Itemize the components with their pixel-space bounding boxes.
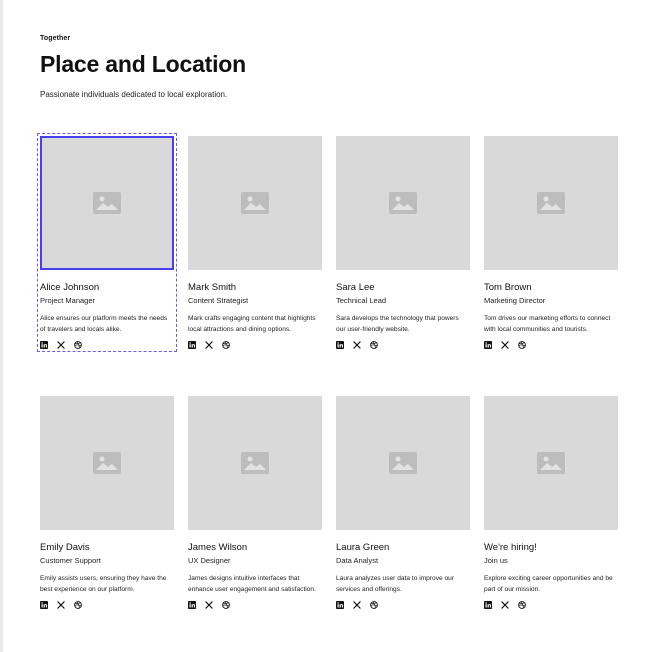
member-name: James Wilson — [188, 542, 248, 553]
member-description: Laura analyzes user data to improve our … — [336, 575, 455, 593]
linkedin-icon[interactable] — [40, 341, 48, 349]
social-links — [484, 601, 618, 609]
image-placeholder-icon — [241, 192, 269, 214]
linkedin-icon[interactable] — [40, 601, 48, 609]
member-photo — [40, 396, 174, 530]
dribbble-icon[interactable] — [74, 601, 82, 609]
member-photo — [336, 136, 470, 270]
image-placeholder-icon — [389, 192, 417, 214]
dribbble-icon[interactable] — [74, 341, 82, 349]
page-title: Place and Location — [40, 51, 247, 77]
team-card-hiring[interactable]: We're hiring! Join us Explore exciting c… — [484, 396, 618, 609]
member-description: Explore exciting career opportunities an… — [484, 575, 613, 593]
x-icon[interactable] — [353, 341, 361, 349]
linkedin-icon[interactable] — [188, 341, 196, 349]
member-description: Emily assists users, ensuring they have … — [40, 575, 167, 593]
x-icon[interactable] — [501, 341, 509, 349]
member-photo — [188, 136, 322, 270]
team-card[interactable]: James Wilson UX Designer James designs i… — [188, 396, 322, 609]
linkedin-icon[interactable] — [484, 341, 492, 349]
member-name: Laura Green — [336, 542, 390, 553]
social-links — [336, 601, 470, 609]
dribbble-icon[interactable] — [370, 601, 378, 609]
dribbble-icon[interactable] — [518, 341, 526, 349]
dribbble-icon[interactable] — [518, 601, 526, 609]
image-placeholder-icon — [241, 452, 269, 474]
social-links — [336, 341, 470, 349]
linkedin-icon[interactable] — [336, 601, 344, 609]
social-links — [188, 341, 322, 349]
member-photo — [484, 136, 618, 270]
eyebrow-label: Together — [40, 35, 71, 42]
x-icon[interactable] — [353, 601, 361, 609]
social-links — [188, 601, 322, 609]
member-role: UX Designer — [188, 556, 231, 565]
x-icon[interactable] — [205, 601, 213, 609]
image-placeholder-icon — [537, 452, 565, 474]
x-icon[interactable] — [57, 601, 65, 609]
member-name: Alice Johnson — [40, 282, 100, 293]
team-card[interactable]: Tom Brown Marketing Director Tom drives … — [484, 136, 618, 349]
member-name: Mark Smith — [188, 282, 237, 293]
member-name: Sara Lee — [336, 282, 375, 293]
member-role: Data Analyst — [336, 556, 379, 565]
member-name: We're hiring! — [484, 542, 537, 553]
linkedin-icon[interactable] — [484, 601, 492, 609]
member-description: Alice ensures our platform meets the nee… — [40, 315, 168, 333]
member-photo — [336, 396, 470, 530]
social-links — [40, 601, 174, 609]
team-card[interactable]: Emily Davis Customer Support Emily assis… — [40, 396, 174, 609]
member-role: Marketing Director — [484, 296, 546, 305]
member-photo — [40, 136, 174, 270]
x-icon[interactable] — [205, 341, 213, 349]
member-role: Project Manager — [40, 296, 96, 305]
x-icon[interactable] — [57, 341, 65, 349]
team-card[interactable]: Mark Smith Content Strategist Mark craft… — [188, 136, 322, 349]
image-placeholder-icon — [389, 452, 417, 474]
page-subtitle: Passionate individuals dedicated to loca… — [40, 90, 228, 99]
member-role: Content Strategist — [188, 296, 249, 305]
team-card[interactable]: Alice Johnson Project Manager Alice ensu… — [37, 133, 177, 352]
linkedin-icon[interactable] — [188, 601, 196, 609]
member-description: Tom drives our marketing efforts to conn… — [484, 315, 611, 333]
social-links — [40, 341, 174, 349]
social-links — [484, 341, 618, 349]
team-card[interactable]: Sara Lee Technical Lead Sara develops th… — [336, 136, 470, 349]
image-placeholder-icon — [93, 192, 121, 214]
member-description: Sara develops the technology that powers… — [336, 315, 459, 333]
member-name: Emily Davis — [40, 542, 90, 553]
member-photo — [188, 396, 322, 530]
x-icon[interactable] — [501, 601, 509, 609]
linkedin-icon[interactable] — [336, 341, 344, 349]
member-description: Mark crafts engaging content that highli… — [188, 315, 316, 333]
member-role: Technical Lead — [336, 296, 387, 305]
member-role: Customer Support — [40, 556, 101, 565]
member-name: Tom Brown — [484, 282, 532, 293]
dribbble-icon[interactable] — [370, 341, 378, 349]
left-rail — [0, 0, 3, 652]
dribbble-icon[interactable] — [222, 601, 230, 609]
image-placeholder-icon — [93, 452, 121, 474]
image-placeholder-icon — [537, 192, 565, 214]
member-description: James designs intuitive interfaces that … — [188, 575, 316, 593]
member-role: Join us — [484, 556, 508, 565]
dribbble-icon[interactable] — [222, 341, 230, 349]
member-photo — [484, 396, 618, 530]
team-card[interactable]: Laura Green Data Analyst Laura analyzes … — [336, 396, 470, 609]
